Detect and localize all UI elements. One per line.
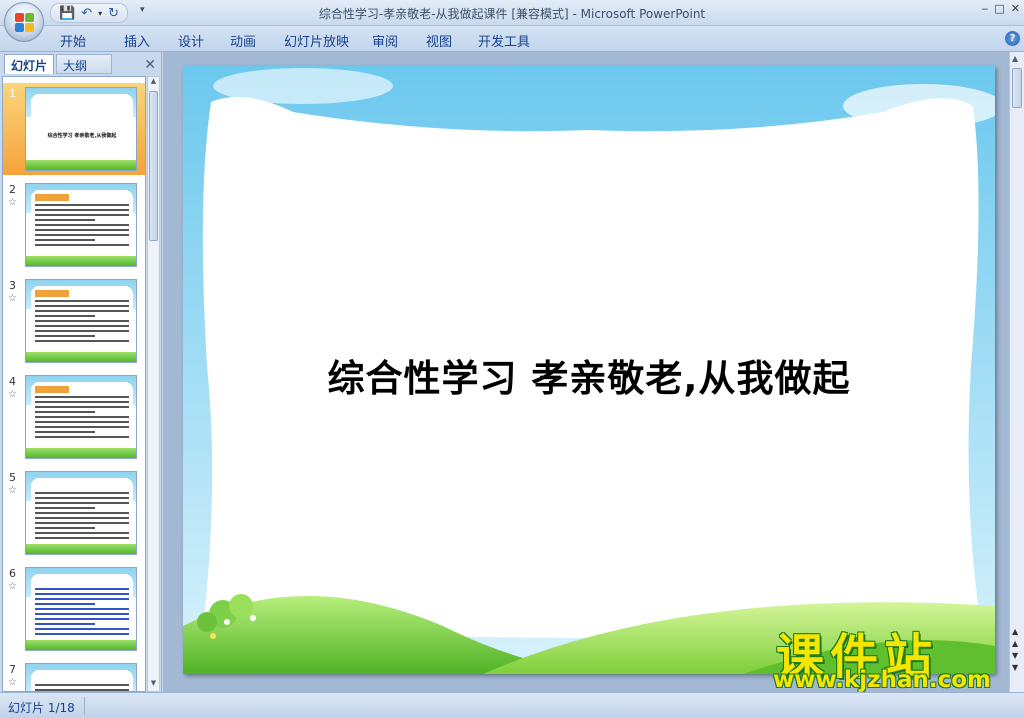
thumbnail-text-lines xyxy=(35,204,129,249)
animation-star-icon: ☆ xyxy=(8,677,17,688)
slide-preview-content xyxy=(31,574,133,644)
slide-indicator: 幻灯片 1/18 xyxy=(8,701,75,715)
tab-home[interactable]: 开始 xyxy=(60,31,124,50)
thumbnail-heading xyxy=(35,386,69,393)
tab-outline[interactable]: 大纲 xyxy=(56,54,112,74)
tab-slides[interactable]: 幻灯片 xyxy=(4,54,54,74)
slide-editor: 综合性学习 孝亲敬老,从我做起 xyxy=(163,52,1009,692)
thumbnail-scrollbar[interactable]: ▲ ▼ xyxy=(147,76,160,692)
slide-number: 5 xyxy=(9,471,16,484)
slide-preview xyxy=(25,663,137,691)
thumbnail-heading xyxy=(35,290,69,297)
slide-number: 7 xyxy=(9,663,16,676)
thumbnail-grass xyxy=(26,160,136,170)
thumbnail-text-lines xyxy=(35,396,129,441)
animation-star-icon: ☆ xyxy=(8,293,17,304)
slide-thumbnail[interactable]: 4 ☆ xyxy=(3,371,145,463)
slide-thumbnail[interactable]: 3 ☆ xyxy=(3,275,145,367)
title-bar: 💾 ↶ ▾ ↻ ▾ 综合性学习-孝亲敬老-从我做起课件 [兼容模式] - Mic… xyxy=(0,0,1024,26)
current-slide[interactable]: 综合性学习 孝亲敬老,从我做起 xyxy=(183,66,995,674)
tab-review[interactable]: 审阅 xyxy=(372,31,426,50)
slide-preview-content: 综合性学习 孝亲敬老,从我做起 xyxy=(31,94,133,164)
thumbnail-title: 综合性学习 孝亲敬老,从我做起 xyxy=(47,133,117,139)
office-logo-icon xyxy=(15,13,35,33)
thumbnail-grass xyxy=(26,544,136,554)
tab-animation[interactable]: 动画 xyxy=(230,31,284,50)
slide-preview-content xyxy=(31,286,133,356)
close-pane-icon[interactable]: ✕ xyxy=(144,57,156,73)
tab-insert[interactable]: 插入 xyxy=(124,31,178,50)
tab-slideshow[interactable]: 幻灯片放映 xyxy=(284,31,372,50)
slide-number: 4 xyxy=(9,375,16,388)
slide-thumbnail[interactable]: 5 ☆ xyxy=(3,467,145,559)
scroll-down-icon[interactable]: ▼ xyxy=(148,679,159,691)
window-controls: ‒ □ ✕ xyxy=(981,2,1020,15)
slide-preview xyxy=(25,183,137,267)
tab-design[interactable]: 设计 xyxy=(178,31,230,50)
animation-star-icon: ☆ xyxy=(8,581,17,592)
slide-scrollbar[interactable]: ▲ ▲ ▲ ▼ ▼ xyxy=(1009,52,1024,692)
slide-preview xyxy=(25,279,137,363)
thumbnail-text-lines xyxy=(35,492,129,542)
animation-star-icon: ☆ xyxy=(8,389,17,400)
thumbnail-grass xyxy=(26,640,136,650)
slide-number: 3 xyxy=(9,279,16,292)
slide-thumbnail-list[interactable]: 1 综合性学习 孝亲敬老,从我做起 2 ☆ 3 ☆ 4 ☆ 5 ☆ 6 ☆ 7 ☆ xyxy=(2,76,146,692)
watermark-url: www.kjzhan.com xyxy=(773,667,991,693)
slide-nav-icons[interactable]: ▲ ▲ ▼ ▼ xyxy=(1012,626,1018,674)
slide-preview xyxy=(25,567,137,651)
slide-thumbnail[interactable]: 6 ☆ xyxy=(3,563,145,655)
scroll-thumb[interactable] xyxy=(1012,68,1022,108)
window-title: 综合性学习-孝亲敬老-从我做起课件 [兼容模式] - Microsoft Pow… xyxy=(318,7,706,21)
slide-number: 2 xyxy=(9,183,16,196)
slide-preview xyxy=(25,471,137,555)
thumbnail-text-lines xyxy=(35,300,129,345)
office-button[interactable] xyxy=(4,2,44,42)
maximize-button[interactable]: □ xyxy=(994,2,1004,15)
help-icon[interactable]: ? xyxy=(1005,31,1020,46)
slide-thumbnail[interactable]: 2 ☆ xyxy=(3,179,145,271)
close-button[interactable]: ✕ xyxy=(1011,2,1020,15)
thumbnail-text-lines xyxy=(35,588,129,638)
slide-thumbnail[interactable]: 1 综合性学习 孝亲敬老,从我做起 xyxy=(3,83,145,175)
scroll-up-icon[interactable]: ▲ xyxy=(148,77,159,89)
tab-developer[interactable]: 开发工具 xyxy=(478,31,548,50)
slide-number: 6 xyxy=(9,567,16,580)
slide-preview-content xyxy=(31,190,133,260)
slide-preview-content xyxy=(31,670,133,691)
thumbnail-grass xyxy=(26,448,136,458)
status-divider xyxy=(84,697,85,715)
thumbnail-text-lines xyxy=(35,684,129,691)
minimize-button[interactable]: ‒ xyxy=(981,2,988,15)
status-bar: 幻灯片 1/18 xyxy=(0,692,1024,718)
thumbnail-grass xyxy=(26,256,136,266)
animation-star-icon: ☆ xyxy=(8,197,17,208)
scroll-thumb[interactable] xyxy=(149,91,158,241)
slide-thumbnail[interactable]: 7 ☆ xyxy=(3,659,145,691)
tab-view[interactable]: 视图 xyxy=(426,31,478,50)
slide-preview xyxy=(25,375,137,459)
animation-star-icon: ☆ xyxy=(8,485,17,496)
slides-pane: 幻灯片 大纲 ✕ 1 综合性学习 孝亲敬老,从我做起 2 ☆ 3 ☆ 4 ☆ 5 ☆ 6 ☆ 7 ☆ ▲ … xyxy=(0,52,162,692)
slide-preview-content xyxy=(31,478,133,548)
slide-number: 1 xyxy=(9,87,16,100)
ribbon-tab-bar: 开始 插入 设计 动画 幻灯片放映 审阅 视图 开发工具 ? xyxy=(0,26,1024,52)
scroll-up-icon[interactable]: ▲ xyxy=(1012,54,1018,63)
slide-preview: 综合性学习 孝亲敬老,从我做起 xyxy=(25,87,137,171)
thumbnail-grass xyxy=(26,352,136,362)
slide-title[interactable]: 综合性学习 孝亲敬老,从我做起 xyxy=(183,348,995,402)
thumbnail-heading xyxy=(35,194,69,201)
slide-preview-content xyxy=(31,382,133,452)
